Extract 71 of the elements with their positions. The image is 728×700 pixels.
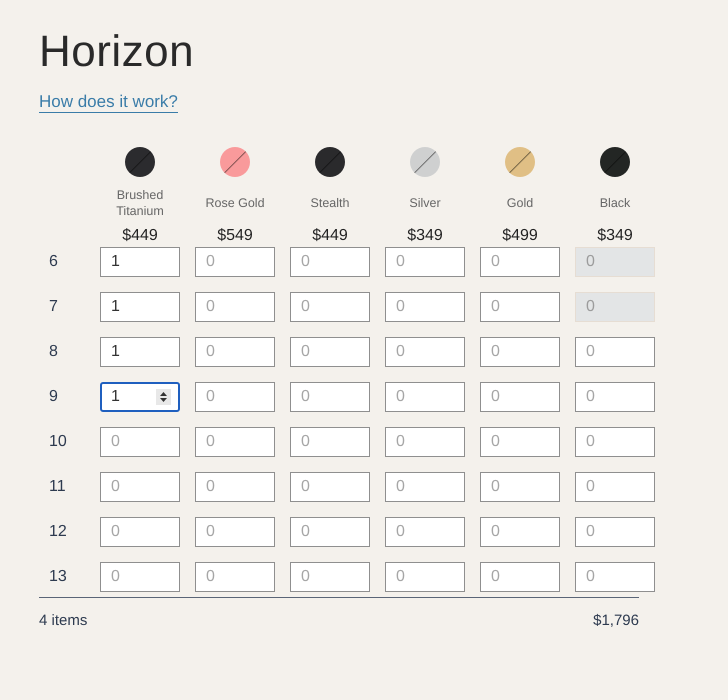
quantity-field[interactable]: 0 [480, 337, 560, 367]
quantity-field[interactable]: 0 [195, 247, 275, 277]
page-title: Horizon [39, 26, 194, 78]
quantity-field[interactable]: 0 [480, 292, 560, 322]
quantity-field[interactable]: 0 [290, 337, 370, 367]
quantity-field[interactable]: 0 [575, 427, 655, 457]
quantity-field[interactable]: 0 [100, 562, 180, 592]
size-label: 6 [48, 252, 59, 272]
quantity-field[interactable]: 0 [480, 427, 560, 457]
quantity-field[interactable]: 0 [385, 292, 465, 322]
size-label: 8 [48, 342, 59, 362]
quantity-field[interactable]: 1 [100, 247, 180, 277]
quantity-field[interactable]: 0 [195, 292, 275, 322]
quantity-field[interactable]: 0 [100, 517, 180, 547]
quantity-field[interactable]: 0 [290, 562, 370, 592]
quantity-field[interactable]: 0 [385, 562, 465, 592]
quantity-field[interactable]: 0 [575, 382, 655, 412]
quantity-field[interactable]: 0 [290, 247, 370, 277]
size-label: 13 [48, 567, 68, 587]
stepper-icon[interactable] [156, 389, 171, 405]
size-label: 11 [48, 477, 67, 497]
quantity-field[interactable]: 0 [290, 517, 370, 547]
size-label: 7 [48, 297, 59, 317]
quantity-field[interactable]: 0 [480, 517, 560, 547]
quantity-field[interactable]: 0 [385, 427, 465, 457]
quantity-field[interactable]: 0 [100, 472, 180, 502]
finish-name: Silver [408, 195, 442, 212]
quantity-field[interactable]: 0 [575, 517, 655, 547]
quantity-field[interactable]: 0 [195, 472, 275, 502]
finish-price: $449 [122, 227, 158, 245]
quantity-field[interactable]: 0 [290, 382, 370, 412]
finish-name: Brushed Titanium [115, 187, 165, 219]
item-count: 4 items [39, 612, 88, 629]
quantity-field[interactable]: 1 [100, 382, 180, 412]
quantity-field[interactable]: 0 [290, 427, 370, 457]
quantity-field[interactable]: 0 [385, 382, 465, 412]
size-label: 9 [48, 387, 59, 407]
finish-price: $349 [407, 227, 443, 245]
quantity-field[interactable]: 0 [195, 382, 275, 412]
help-link[interactable]: How does it work? [39, 92, 178, 113]
quantity-field[interactable]: 0 [195, 562, 275, 592]
quantity-field[interactable]: 0 [385, 337, 465, 367]
finish-name: Rose Gold [204, 195, 266, 212]
finish-name: Black [598, 195, 632, 212]
finish-name: Gold [506, 195, 534, 212]
quantity-field[interactable]: 0 [575, 472, 655, 502]
quantity-field[interactable]: 0 [480, 247, 560, 277]
quantity-field[interactable]: 1 [100, 337, 180, 367]
quantity-field[interactable]: 0 [195, 427, 275, 457]
quantity-field[interactable]: 0 [480, 562, 560, 592]
quantity-field[interactable]: 0 [480, 382, 560, 412]
finish-price: $549 [217, 227, 253, 245]
finish-price: $349 [597, 227, 633, 245]
finish-name: Stealth [310, 195, 350, 212]
quantity-field[interactable]: 0 [290, 292, 370, 322]
quantity-field[interactable]: 0 [195, 517, 275, 547]
order-total: $1,796 [593, 612, 639, 629]
quantity-field[interactable]: 0 [385, 517, 465, 547]
quantity-field[interactable]: 0 [195, 337, 275, 367]
quantity-field[interactable]: 0 [575, 562, 655, 592]
finish-price: $449 [312, 227, 348, 245]
quantity-field[interactable]: 0 [575, 337, 655, 367]
quantity-field[interactable]: 0 [100, 427, 180, 457]
quantity-field[interactable]: 1 [100, 292, 180, 322]
size-label: 12 [48, 522, 68, 542]
finish-price: $499 [502, 227, 538, 245]
quantity-field[interactable]: 0 [385, 472, 465, 502]
quantity-field[interactable]: 0 [385, 247, 465, 277]
quantity-field[interactable]: 0 [290, 472, 370, 502]
size-label: 10 [48, 432, 68, 452]
quantity-field[interactable]: 0 [480, 472, 560, 502]
